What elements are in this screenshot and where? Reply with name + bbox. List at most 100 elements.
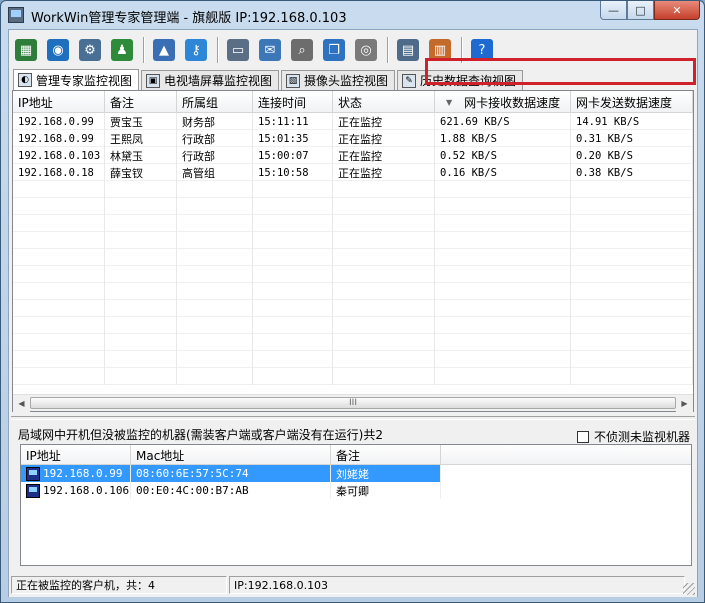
list-item[interactable]: 192.168.0.106 00:E0:4C:00:B7:AB 秦可卿: [21, 482, 691, 499]
empty-cell: [333, 351, 435, 368]
panel-splitter[interactable]: [11, 416, 695, 420]
column-header-label: IP地址: [18, 95, 53, 110]
minimize-button[interactable]: —: [600, 1, 627, 20]
column-header[interactable]: IP地址: [21, 445, 131, 465]
tab-1[interactable]: ◐ 管理专家监控视图: [13, 69, 140, 90]
empty-cell: [105, 198, 177, 215]
empty-cell: [435, 249, 571, 266]
table-cell: 正在监控: [333, 113, 435, 130]
column-header[interactable]: 备注: [331, 445, 441, 465]
tab-icon: ✎: [402, 73, 417, 88]
column-header[interactable]: 备注: [105, 91, 177, 113]
computer-settings-button[interactable]: ⚙: [77, 37, 103, 63]
list-cell: 192.168.0.99: [21, 465, 131, 482]
globe-button[interactable]: ◉: [45, 37, 71, 63]
unmonitored-panel-title: 局域网中开机但没被监控的机器(需装客户端或客户端没有在运行)共2: [18, 428, 384, 442]
chart-button[interactable]: ▲: [151, 37, 177, 63]
tab-icon: ▣: [146, 73, 161, 88]
close-button[interactable]: ✕: [654, 1, 700, 20]
empty-cell: [177, 266, 253, 283]
app-window: WorkWin管理专家管理端 - 旗舰版 IP:192.168.0.103 — …: [0, 0, 705, 603]
server-button[interactable]: ▤: [395, 37, 421, 63]
table-cell: 正在监控: [333, 147, 435, 164]
column-header-label: 备注: [110, 95, 135, 110]
table-row[interactable]: 192.168.0.18 薛宝钗 高管组 15:10:58 正在监控 0.16 KB/S 0…: [13, 164, 693, 181]
tab-icon: ◐: [18, 73, 32, 87]
scroll-thumb[interactable]: III: [30, 397, 676, 409]
resize-grip[interactable]: [683, 583, 695, 595]
empty-cell: [571, 181, 693, 198]
windows-button[interactable]: ❐: [321, 37, 347, 63]
empty-cell: [13, 368, 105, 385]
empty-cell: [253, 351, 333, 368]
users-button[interactable]: ♟: [109, 37, 135, 63]
table-row[interactable]: 192.168.0.99 贾宝玉 财务部 15:11:11 正在监控 621.69 KB/…: [13, 113, 693, 130]
empty-cell: [435, 300, 571, 317]
empty-cell: [435, 334, 571, 351]
key-button[interactable]: ⚷: [183, 37, 209, 63]
empty-cell: [105, 317, 177, 334]
table-cell: 192.168.0.103: [13, 147, 105, 164]
column-header[interactable]: Mac地址: [131, 445, 331, 465]
empty-cell: [333, 300, 435, 317]
empty-cell: [105, 266, 177, 283]
monitor-table: IP地址 备注 所属组 连接时间 状态 ▼ 网卡接收数据速度 网卡发送数据速度 192.168…: [12, 90, 694, 412]
title-bar[interactable]: WorkWin管理专家管理端 - 旗舰版 IP:192.168.0.103 — …: [1, 1, 704, 29]
empty-cell: [177, 351, 253, 368]
empty-cell: [177, 181, 253, 198]
list-cell: 刘姥姥: [331, 465, 441, 482]
scroll-left-button[interactable]: ◀: [13, 395, 30, 412]
tab-2[interactable]: ▣ 电视墙屏幕监控视图: [141, 70, 280, 90]
list-cell: 秦可卿: [331, 482, 441, 499]
empty-cell: [571, 215, 693, 232]
list-cell-text: 00:E0:4C:00:B7:AB: [136, 484, 249, 497]
no-detect-checkbox[interactable]: [576, 430, 589, 443]
magnifier-button[interactable]: ⌕: [289, 37, 315, 63]
empty-cell: [571, 249, 693, 266]
empty-cell: [105, 232, 177, 249]
empty-cell: [333, 249, 435, 266]
empty-cell: [333, 181, 435, 198]
column-header[interactable]: 连接时间: [253, 91, 333, 113]
table-cell: 行政部: [177, 130, 253, 147]
key-icon: ⚷: [185, 39, 207, 61]
no-detect-checkbox-wrap[interactable]: 不侦测未监视机器: [576, 428, 690, 445]
empty-cell: [13, 300, 105, 317]
empty-cell: [13, 232, 105, 249]
console-button[interactable]: ▦: [13, 37, 39, 63]
table-cell: 正在监控: [333, 164, 435, 181]
empty-cell: [105, 368, 177, 385]
monitor-icon: ▭: [227, 39, 249, 61]
empty-cell: [105, 334, 177, 351]
empty-cell: [435, 215, 571, 232]
empty-cell: [333, 368, 435, 385]
column-header[interactable]: IP地址: [13, 91, 105, 113]
disc-button[interactable]: ◎: [353, 37, 379, 63]
empty-cell: [253, 181, 333, 198]
empty-cell: [13, 266, 105, 283]
empty-row: [13, 368, 693, 385]
column-header[interactable]: ▼ 网卡接收数据速度: [435, 91, 571, 113]
column-header[interactable]: 网卡发送数据速度: [571, 91, 693, 113]
empty-cell: [105, 181, 177, 198]
email-button[interactable]: ✉: [257, 37, 283, 63]
table-row[interactable]: 192.168.0.99 王熙凤 行政部 15:01:35 正在监控 1.88 KB/S 0…: [13, 130, 693, 147]
table-cell: 薛宝钗: [105, 164, 177, 181]
empty-cell: [105, 300, 177, 317]
tab-3[interactable]: ▧ 摄像头监控视图: [281, 70, 396, 90]
horizontal-scrollbar[interactable]: ◀ III ▶: [13, 394, 693, 412]
status-client-count: 正在被监控的客户机，共：4: [11, 576, 227, 594]
monitor-button[interactable]: ▭: [225, 37, 251, 63]
column-header[interactable]: 状态: [333, 91, 435, 113]
list-item[interactable]: 192.168.0.99 08:60:6E:57:5C:74 刘姥姥: [21, 465, 691, 482]
empty-cell: [253, 368, 333, 385]
table-cell: 0.16 KB/S: [435, 164, 571, 181]
scroll-right-button[interactable]: ▶: [676, 395, 693, 412]
table-row[interactable]: 192.168.0.103 林黛玉 行政部 15:00:07 正在监控 0.52 KB/S…: [13, 147, 693, 164]
column-header[interactable]: 所属组: [177, 91, 253, 113]
empty-row: [13, 215, 693, 232]
maximize-button[interactable]: □: [627, 1, 654, 20]
empty-row: [13, 232, 693, 249]
empty-row: [13, 181, 693, 198]
unmonitored-list-body: 192.168.0.99 08:60:6E:57:5C:74 刘姥姥 192.168.…: [21, 465, 691, 499]
